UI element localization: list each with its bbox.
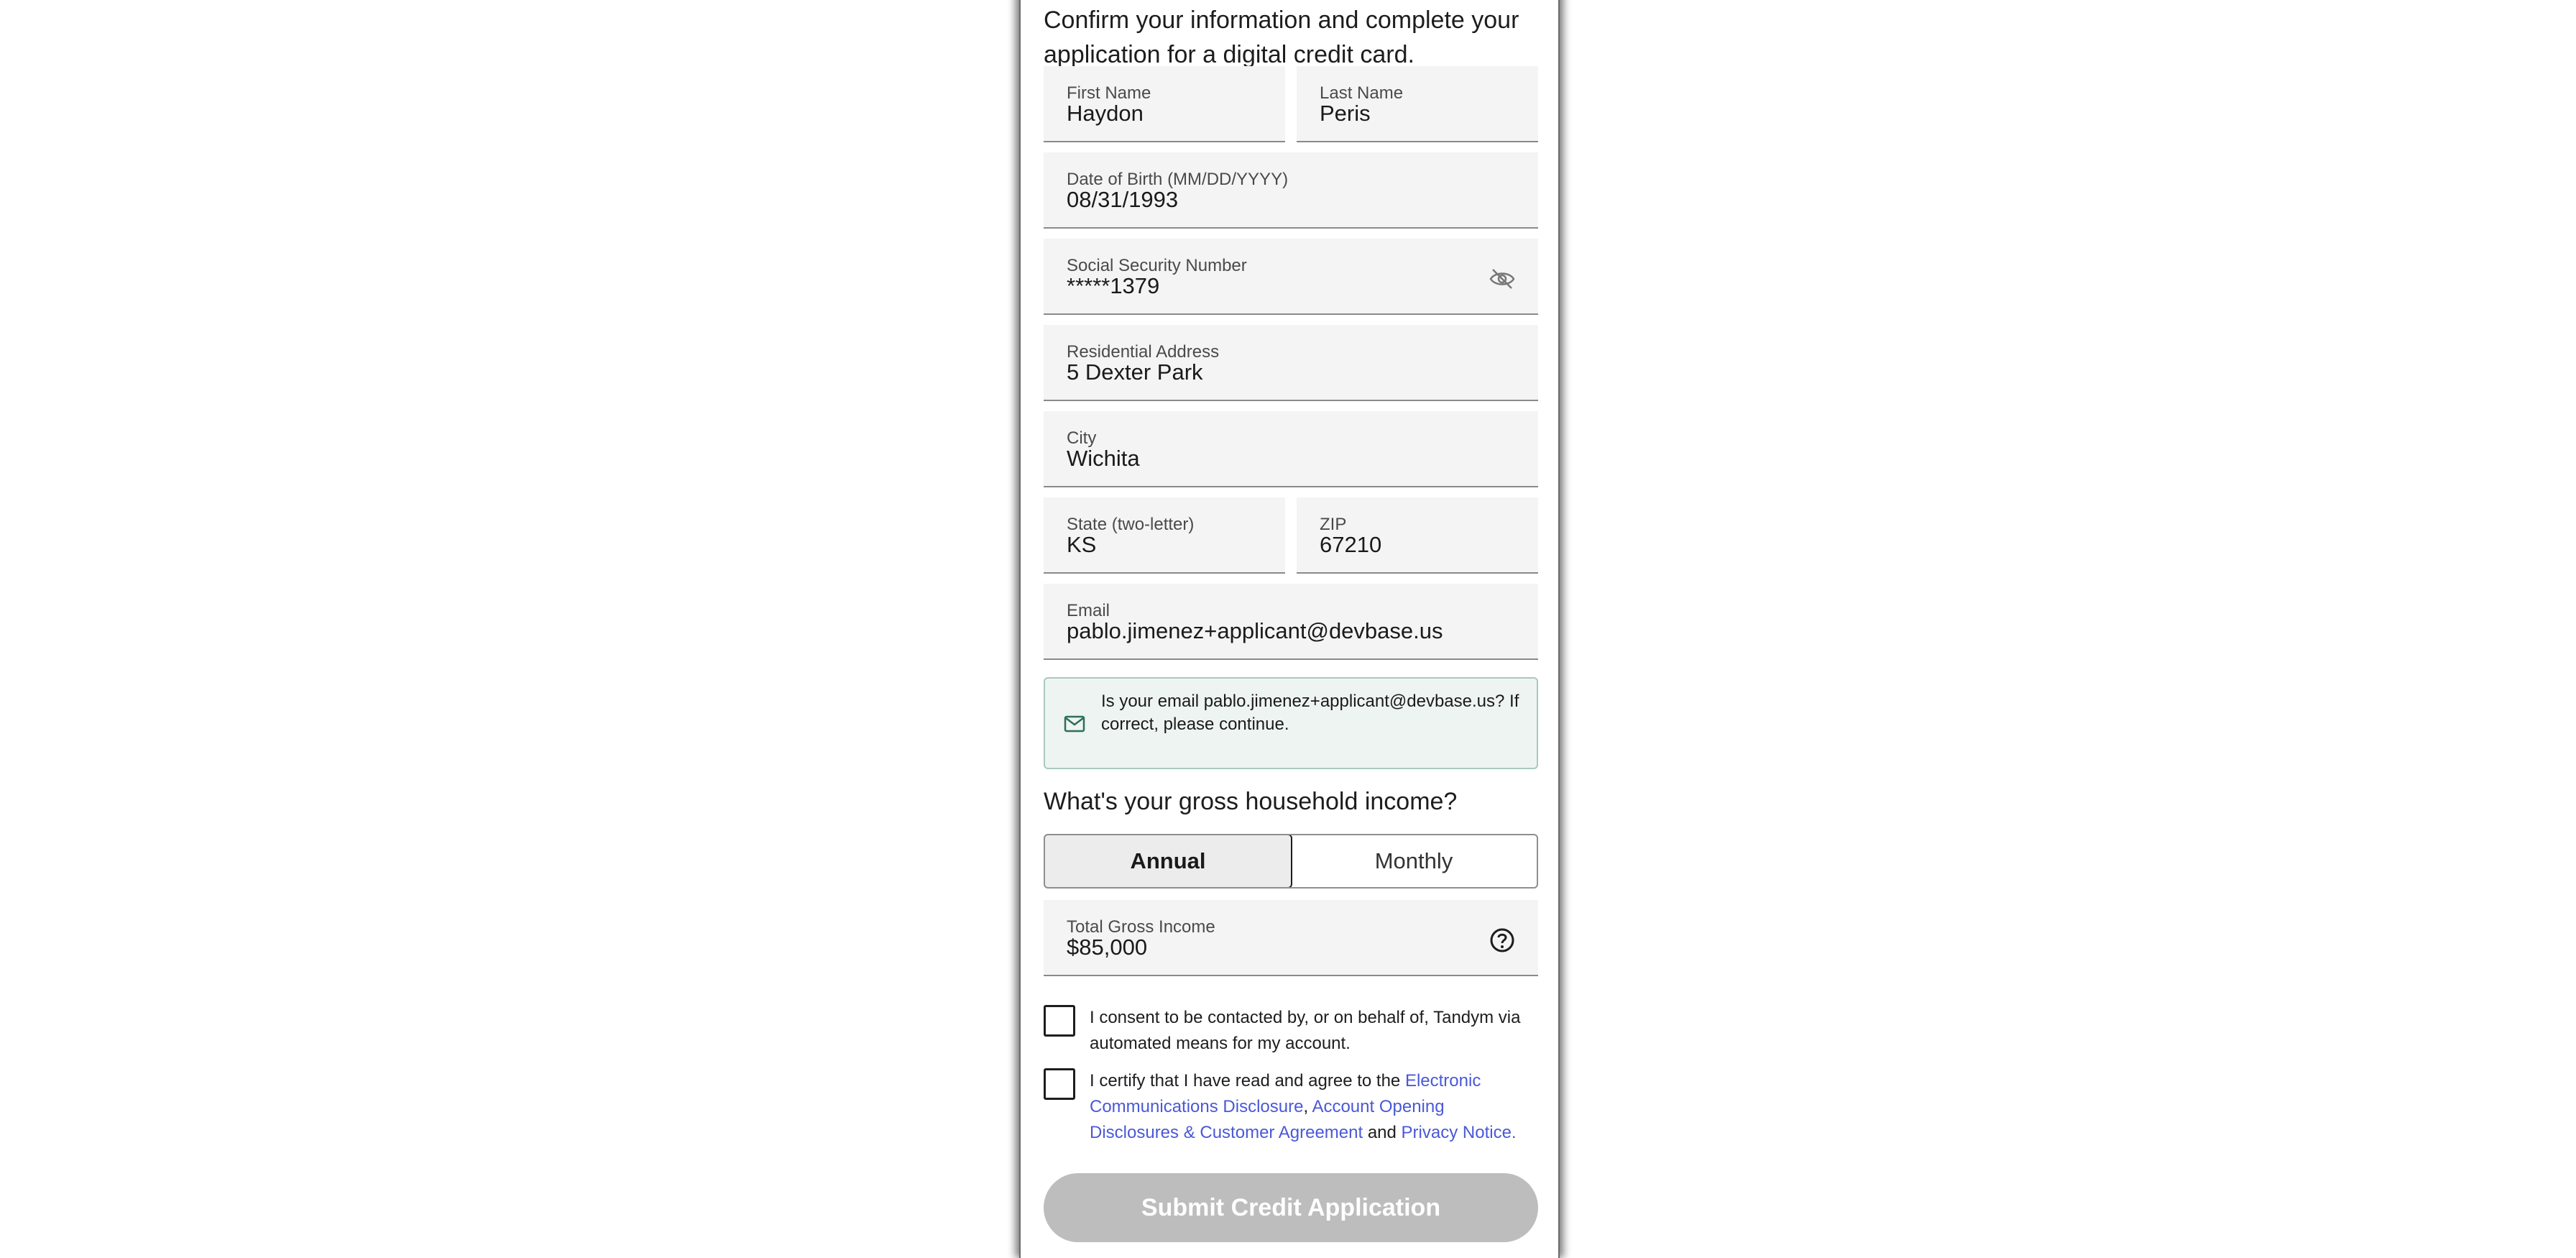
submit-application-button[interactable]: Submit Credit Application <box>1044 1173 1538 1242</box>
annual-option[interactable]: Annual <box>1045 835 1292 887</box>
contact-consent-checkbox[interactable] <box>1044 1005 1075 1037</box>
dob-value[interactable]: 08/31/1993 <box>1067 187 1178 213</box>
email-confirm-notice: Is your email pablo.jimenez+applicant@de… <box>1044 677 1538 769</box>
intro-text: Confirm your information and complete yo… <box>1044 6 1519 68</box>
zip-field[interactable]: ZIP 67210 <box>1297 497 1538 574</box>
last-name-field[interactable]: Last Name Peris <box>1297 66 1538 142</box>
address-value[interactable]: 5 Dexter Park <box>1067 359 1203 385</box>
email-field[interactable]: Email pablo.jimenez+applicant@devbase.us <box>1044 584 1538 660</box>
eye-off-icon[interactable] <box>1488 265 1517 293</box>
certify-consent: I certify that I have read and agree to … <box>1044 1068 1538 1147</box>
dob-field[interactable]: Date of Birth (MM/DD/YYYY) 08/31/1993 <box>1044 152 1538 229</box>
ssn-field[interactable]: Social Security Number *****1379 <box>1044 239 1538 315</box>
help-circle-icon[interactable] <box>1488 926 1517 955</box>
income-period-toggle[interactable]: Annual Monthly <box>1044 834 1538 889</box>
certify-consent-checkbox[interactable] <box>1044 1068 1075 1100</box>
income-value[interactable]: $85,000 <box>1067 935 1147 960</box>
certify-consent-text: I certify that I have read and agree to … <box>1090 1068 1538 1146</box>
privacy-notice-link[interactable]: Privacy Notice. <box>1402 1123 1517 1142</box>
email-notice-text: Is your email pablo.jimenez+applicant@de… <box>1101 692 1519 734</box>
state-field[interactable]: State (two-letter) KS <box>1044 497 1285 574</box>
income-field[interactable]: Total Gross Income $85,000 <box>1044 900 1538 976</box>
last-name-value[interactable]: Peris <box>1320 101 1371 127</box>
ssn-value[interactable]: *****1379 <box>1067 273 1159 299</box>
and-separator: and <box>1363 1123 1402 1142</box>
zip-value[interactable]: 67210 <box>1320 532 1381 558</box>
contact-consent-text: I consent to be contacted by, or on beha… <box>1090 1008 1521 1053</box>
city-value[interactable]: Wichita <box>1067 446 1140 472</box>
contact-consent: I consent to be contacted by, or on beha… <box>1044 1005 1538 1057</box>
first-name-field[interactable]: First Name Haydon <box>1044 66 1285 142</box>
mail-icon <box>1064 715 1085 733</box>
monthly-option[interactable]: Monthly <box>1291 835 1537 887</box>
address-field[interactable]: Residential Address 5 Dexter Park <box>1044 325 1538 401</box>
app-screen: Confirm your information and complete yo… <box>1019 0 1560 1258</box>
first-name-value[interactable]: Haydon <box>1067 101 1144 127</box>
certify-prefix: I certify that I have read and agree to … <box>1090 1071 1405 1091</box>
comma-separator: , <box>1303 1097 1312 1116</box>
state-value[interactable]: KS <box>1067 532 1096 558</box>
city-field[interactable]: City Wichita <box>1044 411 1538 487</box>
email-value[interactable]: pablo.jimenez+applicant@devbase.us <box>1067 618 1443 644</box>
income-question: What's your gross household income? <box>1044 788 1458 815</box>
